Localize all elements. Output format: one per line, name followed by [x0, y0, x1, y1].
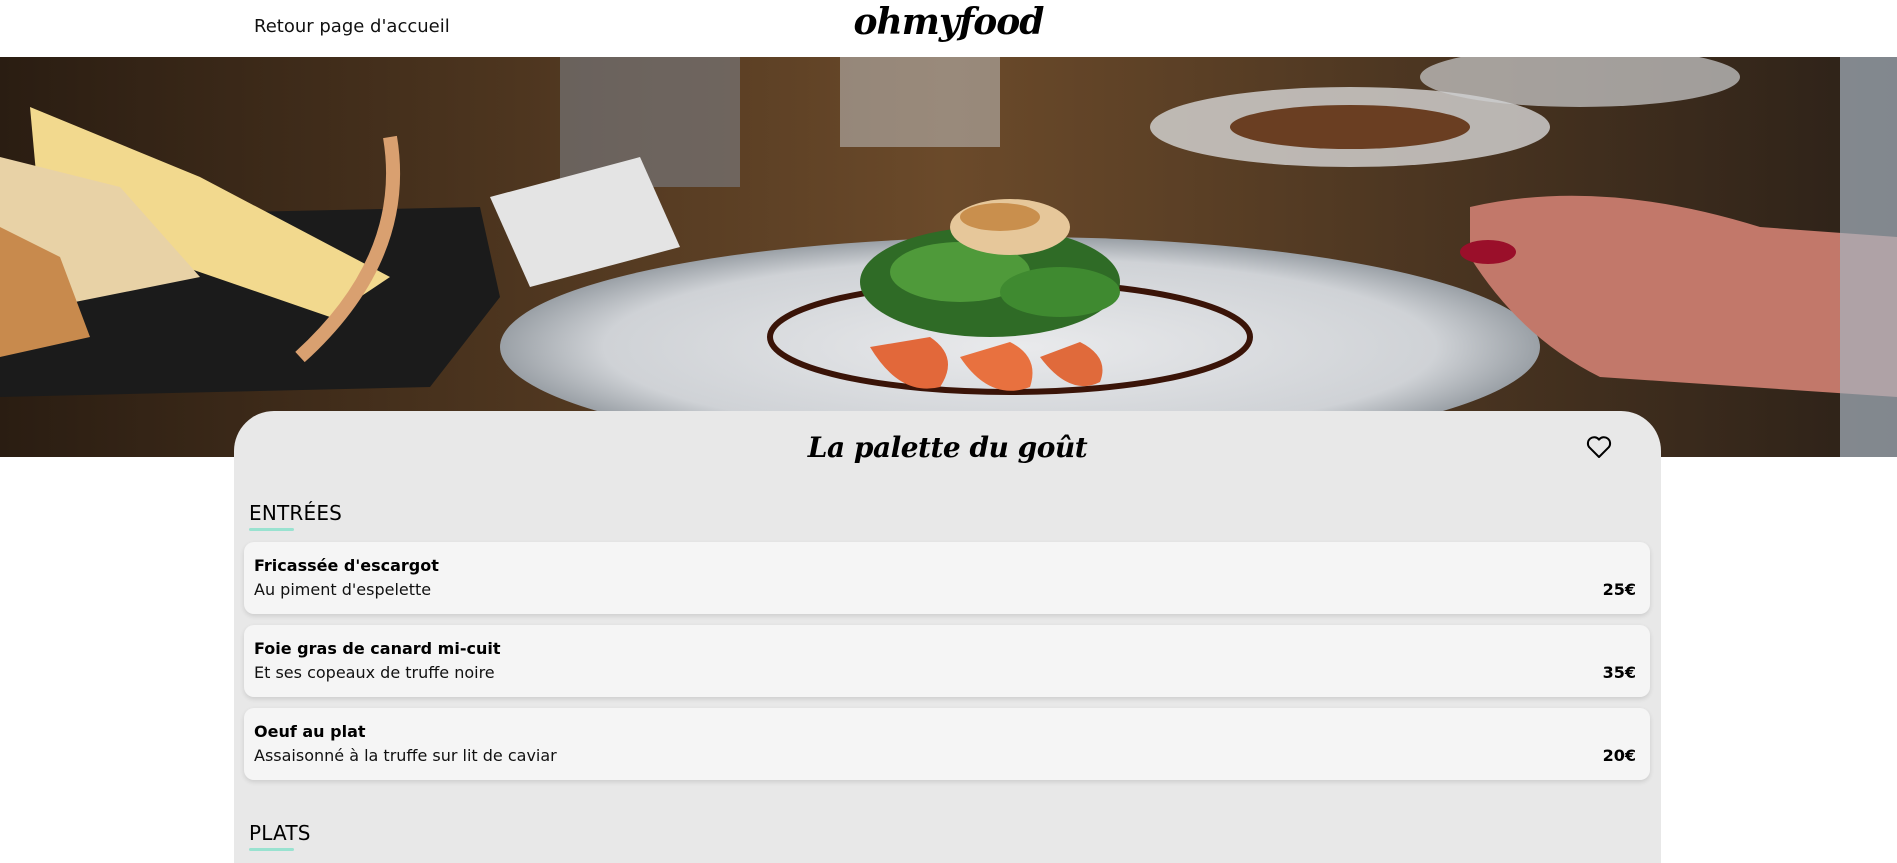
dish-card[interactable]: Foie gras de canard mi-cuit Et ses copea…	[244, 625, 1650, 697]
dish-name: Oeuf au plat	[254, 722, 366, 741]
dish-description: Au piment d'espelette	[254, 580, 432, 599]
dish-price: 20€	[1602, 746, 1636, 765]
dish-description: Et ses copeaux de truffe noire	[254, 663, 495, 682]
dish-card[interactable]: Oeuf au plat Assaisonné à la truffe sur …	[244, 708, 1650, 780]
section-underline	[249, 848, 294, 851]
heart-icon[interactable]	[1586, 435, 1612, 459]
dish-name: Fricassée d'escargot	[254, 556, 439, 575]
menu-card: La palette du goût ENTRÉES Fricassée d'e…	[234, 411, 1661, 863]
dish-name: Foie gras de canard mi-cuit	[254, 639, 501, 658]
dish-description: Assaisonné à la truffe sur lit de caviar	[254, 746, 557, 765]
section-title-plats: PLATS	[249, 821, 311, 845]
section-title-entrees: ENTRÉES	[249, 501, 343, 525]
dish-price: 35€	[1602, 663, 1636, 682]
logo[interactable]: ohmyfood	[0, 0, 1897, 44]
dish-price: 25€	[1602, 580, 1636, 599]
section-underline	[249, 528, 294, 531]
header: Retour page d'accueil ohmyfood	[0, 0, 1897, 57]
dish-card[interactable]: Fricassée d'escargot Au piment d'espelet…	[244, 542, 1650, 614]
hero-image	[0, 57, 1897, 457]
restaurant-title: La palette du goût	[807, 431, 1088, 464]
